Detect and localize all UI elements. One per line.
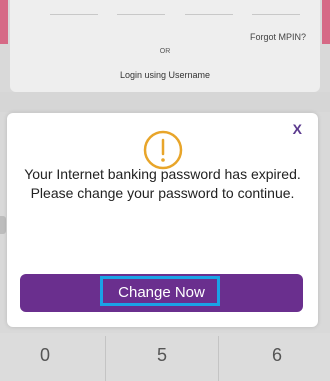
side-tab: [0, 216, 6, 234]
keypad-key-0[interactable]: 0: [40, 345, 50, 366]
mpin-slots: [50, 14, 300, 16]
keypad-divider: [218, 336, 219, 381]
header-edge: [0, 0, 8, 44]
login-username-link[interactable]: Login using Username: [10, 70, 320, 80]
keypad-divider: [105, 336, 106, 381]
or-divider: OR: [159, 48, 171, 55]
header-edge: [322, 0, 330, 44]
mpin-slot[interactable]: [50, 14, 98, 15]
divider-strip: [0, 92, 330, 112]
change-now-label: Change Now: [118, 284, 205, 301]
password-expired-dialog: X Your Internet banking password has exp…: [7, 113, 318, 327]
dialog-message: Your Internet banking password has expir…: [24, 166, 301, 201]
login-card: Forgot MPIN? OR Login using Username: [10, 0, 320, 92]
mpin-slot[interactable]: [117, 14, 166, 15]
keypad-key-5[interactable]: 5: [157, 345, 167, 366]
mpin-slot[interactable]: [251, 14, 300, 15]
mpin-slot[interactable]: [184, 14, 233, 15]
change-now-button[interactable]: Change Now: [20, 274, 303, 312]
keypad-key-6[interactable]: 6: [272, 345, 282, 366]
close-button[interactable]: X: [293, 121, 302, 137]
forgot-mpin-link[interactable]: Forgot MPIN?: [250, 32, 306, 42]
